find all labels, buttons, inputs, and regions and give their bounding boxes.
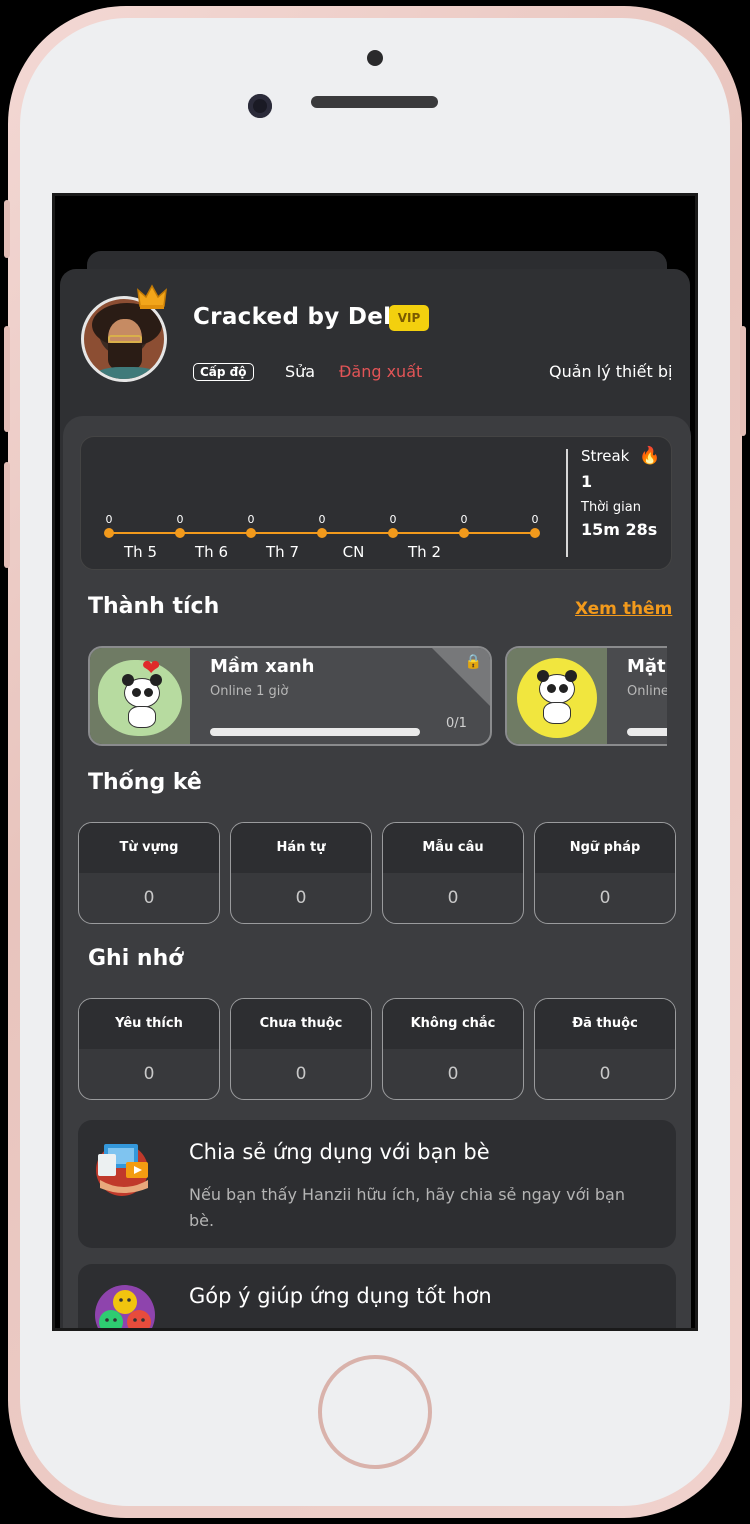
data-label: 0 [461, 513, 468, 526]
achievements-title: Thành tích [88, 594, 220, 619]
stat-box[interactable]: Hán tự 0 [230, 822, 372, 924]
share-app-card[interactable]: Chia sẻ ứng dụng với bạn bè Nếu bạn thấy… [78, 1120, 676, 1248]
achievement-subtitle: Online [627, 684, 667, 699]
stat-label: Hán tự [231, 823, 371, 873]
achievement-progress-bar [210, 728, 420, 736]
app-screen: Cracked by Dell VIP Cấp độ Sửa Đăng xuất… [52, 193, 698, 1331]
manage-devices-button[interactable]: Quản lý thiết bị [549, 362, 672, 381]
memory-value: 0 [447, 1064, 459, 1084]
feedback-card[interactable]: Góp ý giúp ứng dụng tốt hơn [78, 1264, 676, 1328]
stat-label: Mẫu câu [383, 823, 523, 873]
data-point [104, 528, 114, 538]
data-label: 0 [248, 513, 255, 526]
streak-label: Streak [581, 447, 630, 465]
streak-value: 1 [581, 472, 593, 491]
data-label: 0 [106, 513, 113, 526]
stat-value: 0 [295, 888, 307, 908]
stat-box[interactable]: Ngữ pháp 0 [534, 822, 676, 924]
data-label: 0 [390, 513, 397, 526]
share-title: Chia sẻ ứng dụng với bạn bè [189, 1140, 490, 1164]
memory-label: Đã thuộc [535, 999, 675, 1049]
earpiece-speaker [311, 96, 438, 108]
memory-box[interactable]: Đã thuộc 0 [534, 998, 676, 1100]
achievement-subtitle: Online 1 giờ [210, 684, 289, 699]
data-label: 0 [532, 513, 539, 526]
stat-value: 0 [599, 888, 611, 908]
x-tick-label: CN [343, 543, 365, 561]
stat-box[interactable]: Từ vựng 0 [78, 822, 220, 924]
memory-value: 0 [599, 1064, 611, 1084]
share-icon [96, 1144, 148, 1196]
memory-value: 0 [143, 1064, 155, 1084]
data-label: 0 [319, 513, 326, 526]
crown-icon [137, 284, 167, 309]
power-button [740, 326, 746, 436]
vip-badge: VIP [389, 305, 429, 331]
achievement-title: Mặt [627, 656, 666, 677]
achievement-image: ❤ [90, 648, 190, 744]
home-button[interactable] [318, 1355, 432, 1469]
time-value: 15m 28s [581, 520, 658, 539]
data-point [317, 528, 327, 538]
x-tick-label: Th 6 [194, 543, 228, 561]
memory-box[interactable]: Không chắc 0 [382, 998, 524, 1100]
logout-button[interactable]: Đăng xuất [339, 362, 422, 381]
achievement-card[interactable]: ❤ Mầm xanh Online 1 giờ 0/1 🔒 [88, 646, 492, 746]
achievement-card[interactable]: Mặt Online [505, 646, 667, 746]
feedback-icon [95, 1285, 155, 1328]
panda-icon [122, 674, 162, 728]
stat-box[interactable]: Mẫu câu 0 [382, 822, 524, 924]
memory-label: Chưa thuộc [231, 999, 371, 1049]
x-tick-label: Th 7 [265, 543, 299, 561]
level-button[interactable]: Cấp độ [193, 363, 254, 381]
memory-title: Ghi nhớ [88, 946, 184, 971]
stat-value: 0 [143, 888, 155, 908]
volume-down-button [4, 462, 10, 568]
proximity-sensor [367, 50, 383, 66]
streak-divider [566, 449, 568, 557]
memory-box[interactable]: Chưa thuộc 0 [230, 998, 372, 1100]
memory-label: Yêu thích [79, 999, 219, 1049]
memory-box[interactable]: Yêu thích 0 [78, 998, 220, 1100]
achievement-progress-text: 0/1 [446, 716, 467, 731]
fire-icon: 🔥 [639, 446, 661, 466]
x-tick-label: Th 2 [407, 543, 441, 561]
data-label: 0 [177, 513, 184, 526]
time-label: Thời gian [581, 500, 641, 515]
memory-label: Không chắc [383, 999, 523, 1049]
stat-label: Từ vựng [79, 823, 219, 873]
panda-icon [537, 670, 577, 724]
edit-button[interactable]: Sửa [285, 362, 315, 381]
data-point [388, 528, 398, 538]
memory-value: 0 [295, 1064, 307, 1084]
achievement-image [507, 648, 607, 744]
data-point [175, 528, 185, 538]
activity-line-chart: 0 0 0 0 0 0 0 Th 5 Th 6 Th 7 CN Th 2 [104, 513, 540, 561]
data-point [459, 528, 469, 538]
achievement-title: Mầm xanh [210, 656, 315, 677]
see-more-link[interactable]: Xem thêm [575, 599, 672, 619]
share-description: Nếu bạn thấy Hanzii hữu ích, hãy chia sẻ… [189, 1185, 625, 1230]
stat-label: Ngữ pháp [535, 823, 675, 873]
front-camera [248, 94, 272, 118]
mute-switch [4, 200, 10, 258]
user-name: Cracked by Dell [193, 304, 400, 330]
feedback-title: Góp ý giúp ứng dụng tốt hơn [189, 1284, 492, 1308]
lock-icon: 🔒 [464, 654, 482, 670]
achievement-progress-bar [627, 728, 667, 736]
data-point [530, 528, 540, 538]
x-tick-label: Th 5 [123, 543, 157, 561]
statistics-title: Thống kê [88, 770, 202, 795]
data-point [246, 528, 256, 538]
streak-chart-card: 0 0 0 0 0 0 0 Th 5 Th 6 Th 7 CN Th 2 Streak 🔥 1 Thờ… [80, 436, 672, 570]
volume-up-button [4, 326, 10, 432]
stat-value: 0 [447, 888, 459, 908]
